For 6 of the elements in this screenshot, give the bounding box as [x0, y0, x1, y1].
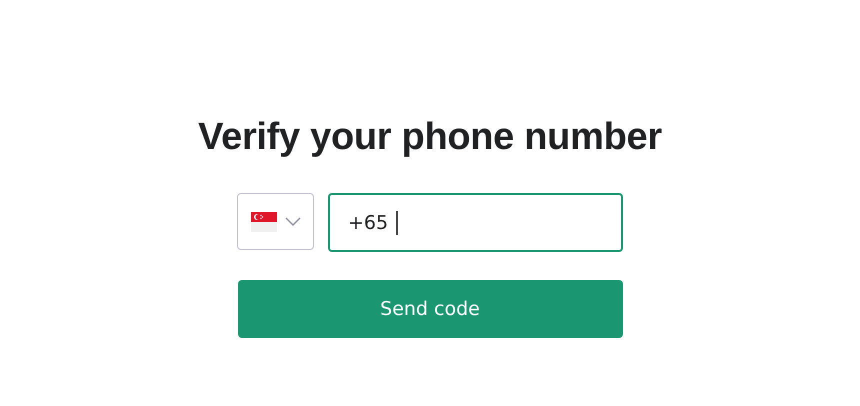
flag-icon	[250, 212, 276, 232]
page-title: Verify your phone number	[198, 115, 662, 160]
country-select[interactable]	[237, 193, 314, 250]
phone-field[interactable]: +65	[328, 193, 623, 252]
send-code-button[interactable]: Send code	[238, 280, 622, 338]
chevron-icon	[284, 217, 300, 226]
